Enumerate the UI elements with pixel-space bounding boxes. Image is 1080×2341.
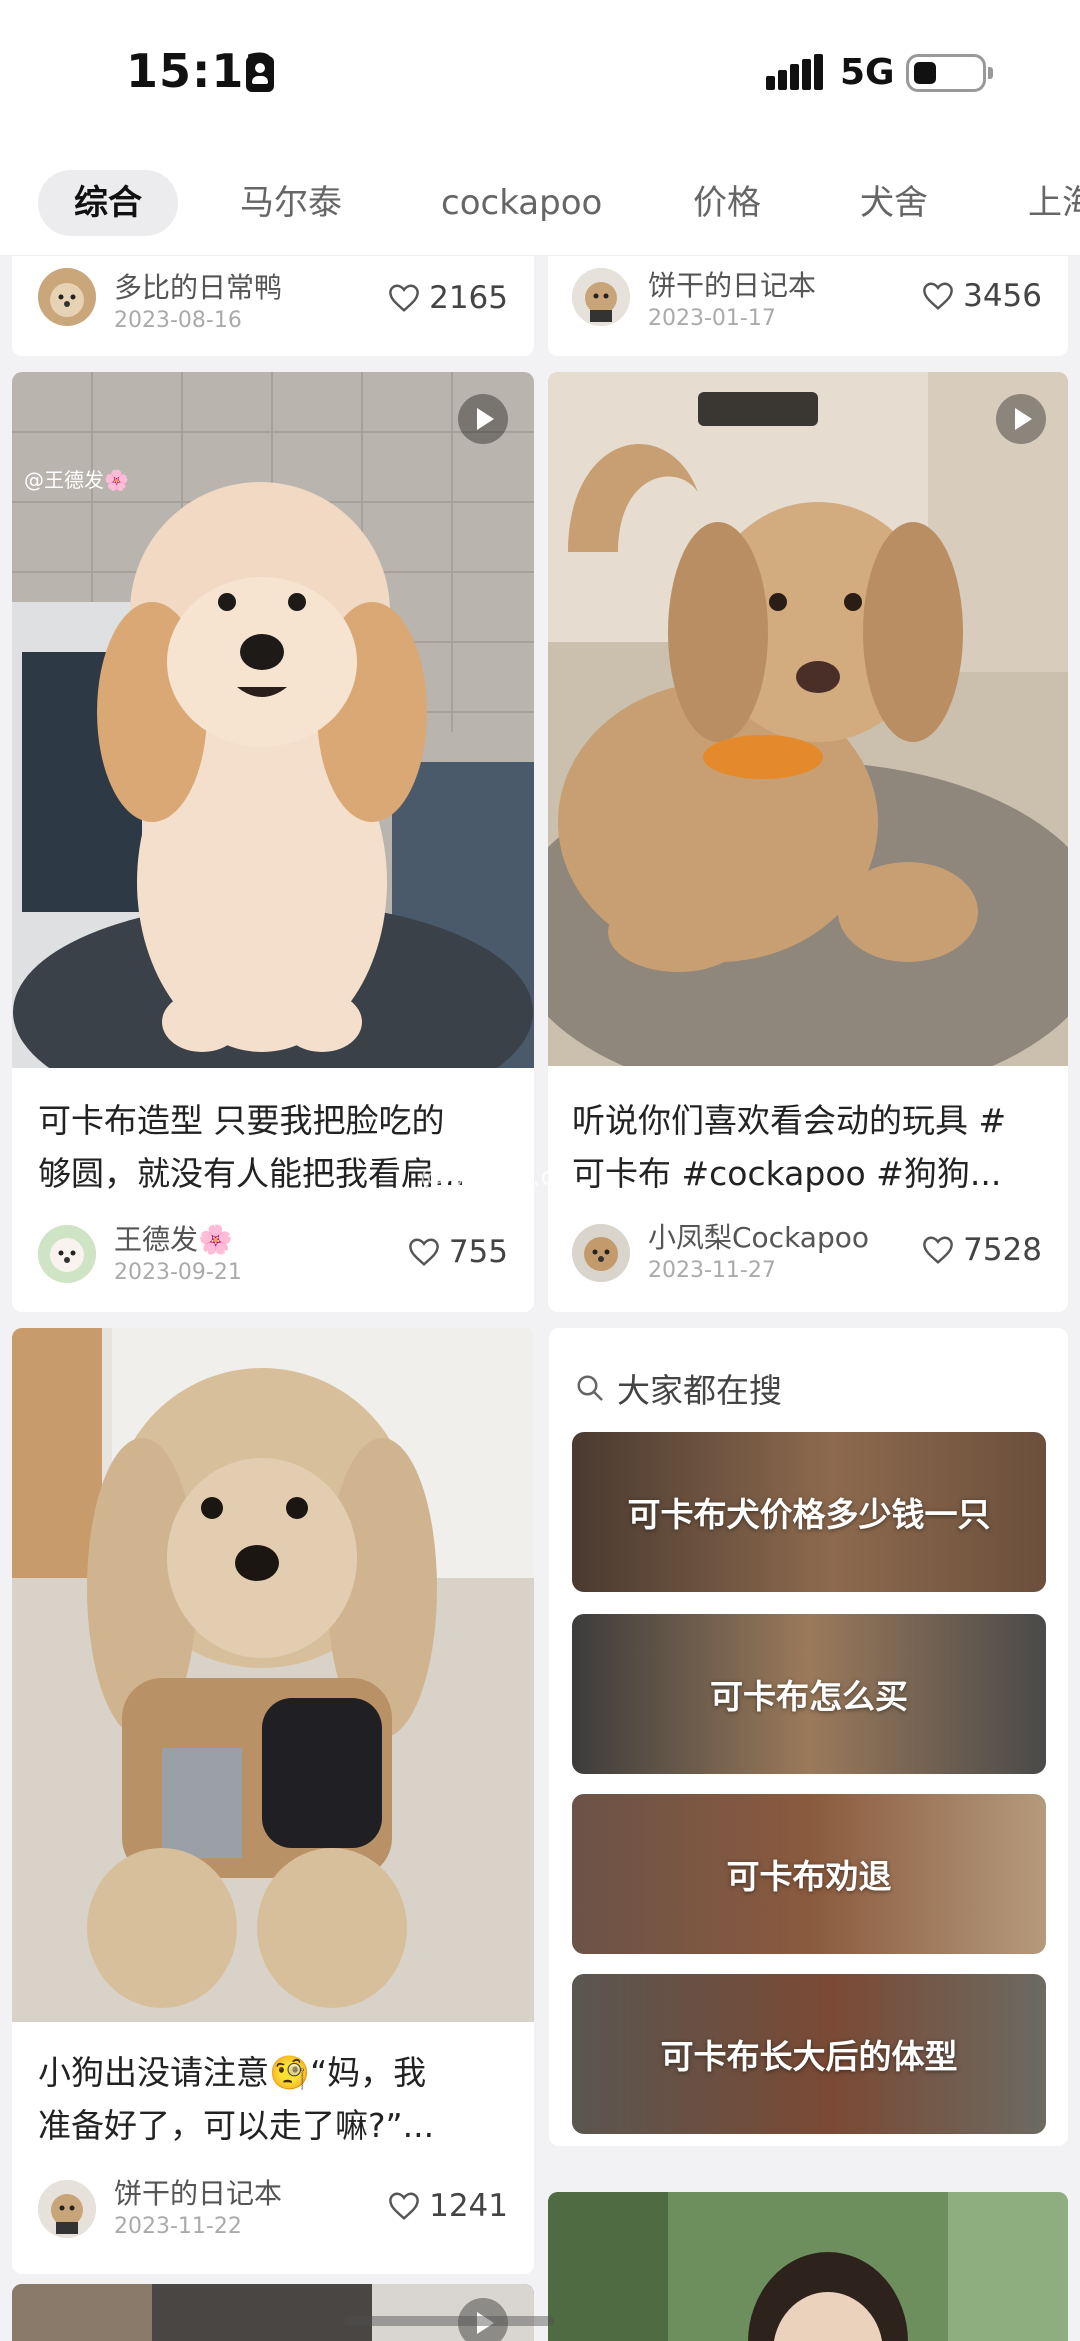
network-label: 5G [840, 52, 895, 93]
battery-icon [906, 54, 993, 92]
search-suggestion[interactable]: 可卡布长大后的体型 [572, 1974, 1046, 2134]
post-date: 2023-08-16 [114, 308, 242, 333]
play-icon[interactable] [458, 394, 508, 444]
feed-card[interactable]: 听说你们喜欢看会动的玩具 # 可卡布 #cockapoo #狗狗... 小凤梨C… [548, 372, 1068, 1312]
like-count[interactable]: 755 [407, 1234, 508, 1270]
author-name[interactable]: 饼干的日记本 [114, 2172, 282, 2212]
home-indicator[interactable] [344, 2316, 554, 2326]
search-suggestion[interactable]: 可卡布劝退 [572, 1794, 1046, 1954]
status-bar: 15:12 5G [0, 0, 1080, 150]
filter-tabs: 综合 马尔泰 cockapoo 价格 犬舍 上海 [0, 150, 1080, 256]
like-count[interactable]: 3456 [921, 278, 1042, 314]
post-image[interactable] [548, 2192, 1068, 2341]
feed-card[interactable]: 小狗出没请注意🧐“妈，我 准备好了，可以走了嘛?”... 饼干的日记本 2023… [12, 1328, 534, 2274]
author-name[interactable]: 饼干的日记本 [648, 264, 816, 304]
search-suggestions-heading: 大家都在搜 [575, 1364, 782, 1412]
tab-kennel[interactable]: 犬舍 [860, 170, 928, 236]
avatar[interactable] [38, 2180, 96, 2238]
search-suggestion[interactable]: 可卡布怎么买 [572, 1614, 1046, 1774]
like-count[interactable]: 7528 [921, 1232, 1042, 1268]
heart-icon [389, 2192, 419, 2220]
avatar[interactable] [38, 268, 96, 326]
tab-shanghai[interactable]: 上海 [1028, 170, 1080, 236]
tab-cockapoo[interactable]: cockapoo [441, 170, 602, 236]
tab-all[interactable]: 综合 [38, 170, 178, 236]
like-count-value: 2165 [429, 280, 508, 316]
like-count-value: 755 [448, 1234, 508, 1270]
post-date: 2023-01-17 [648, 306, 776, 331]
avatar[interactable] [572, 268, 630, 326]
contact-card-icon [246, 56, 274, 92]
post-image[interactable] [12, 2284, 534, 2341]
post-date: 2023-09-21 [114, 1260, 242, 1285]
image-watermark: @王德发🌸 [24, 468, 129, 492]
image-watermark: @粉色的..c [420, 1162, 555, 1192]
feed-card[interactable] [548, 2192, 1068, 2341]
post-image[interactable] [548, 372, 1068, 1066]
tab-price[interactable]: 价格 [693, 170, 761, 236]
heart-icon [923, 282, 953, 310]
like-count[interactable]: 2165 [387, 280, 508, 316]
author-name[interactable]: 王德发🌸 [114, 1218, 233, 1258]
avatar[interactable] [38, 1225, 96, 1283]
like-count-value: 1241 [429, 2188, 508, 2224]
heart-icon [408, 1238, 439, 1266]
play-icon[interactable] [996, 394, 1046, 444]
author-name[interactable]: 小凤梨Cockapoo [648, 1216, 869, 1256]
signal-icon [766, 54, 824, 90]
post-image[interactable]: @王德发🌸 [12, 372, 534, 1068]
tab-maltese[interactable]: 马尔泰 [240, 170, 342, 236]
like-count-value: 3456 [963, 278, 1042, 314]
feed-card[interactable]: 饼干的日记本 2023-01-17 3456 [548, 256, 1068, 356]
feed-card[interactable] [12, 2284, 534, 2341]
post-image[interactable] [12, 1328, 534, 2022]
author-name[interactable]: 多比的日常鸭 [114, 266, 282, 306]
search-icon [577, 1375, 603, 1401]
post-date: 2023-11-22 [114, 2214, 242, 2239]
search-suggestions-panel: 大家都在搜 可卡布犬价格多少钱一只 可卡布怎么买 可卡布劝退 可卡布长大后的体型 [549, 1328, 1068, 2146]
post-date: 2023-11-27 [648, 1258, 776, 1283]
feed-card[interactable]: 多比的日常鸭 2023-08-16 2165 [12, 256, 534, 356]
like-count-value: 7528 [963, 1232, 1042, 1268]
heart-icon [389, 284, 419, 312]
avatar[interactable] [572, 1224, 630, 1282]
post-title[interactable]: 听说你们喜欢看会动的玩具 # 可卡布 #cockapoo #狗狗... [572, 1094, 1048, 1200]
like-count[interactable]: 1241 [387, 2188, 508, 2224]
search-suggestion[interactable]: 可卡布犬价格多少钱一只 [572, 1432, 1046, 1592]
heart-icon [923, 1236, 953, 1264]
post-title[interactable]: 小狗出没请注意🧐“妈，我 准备好了，可以走了嘛?”... [38, 2046, 514, 2152]
